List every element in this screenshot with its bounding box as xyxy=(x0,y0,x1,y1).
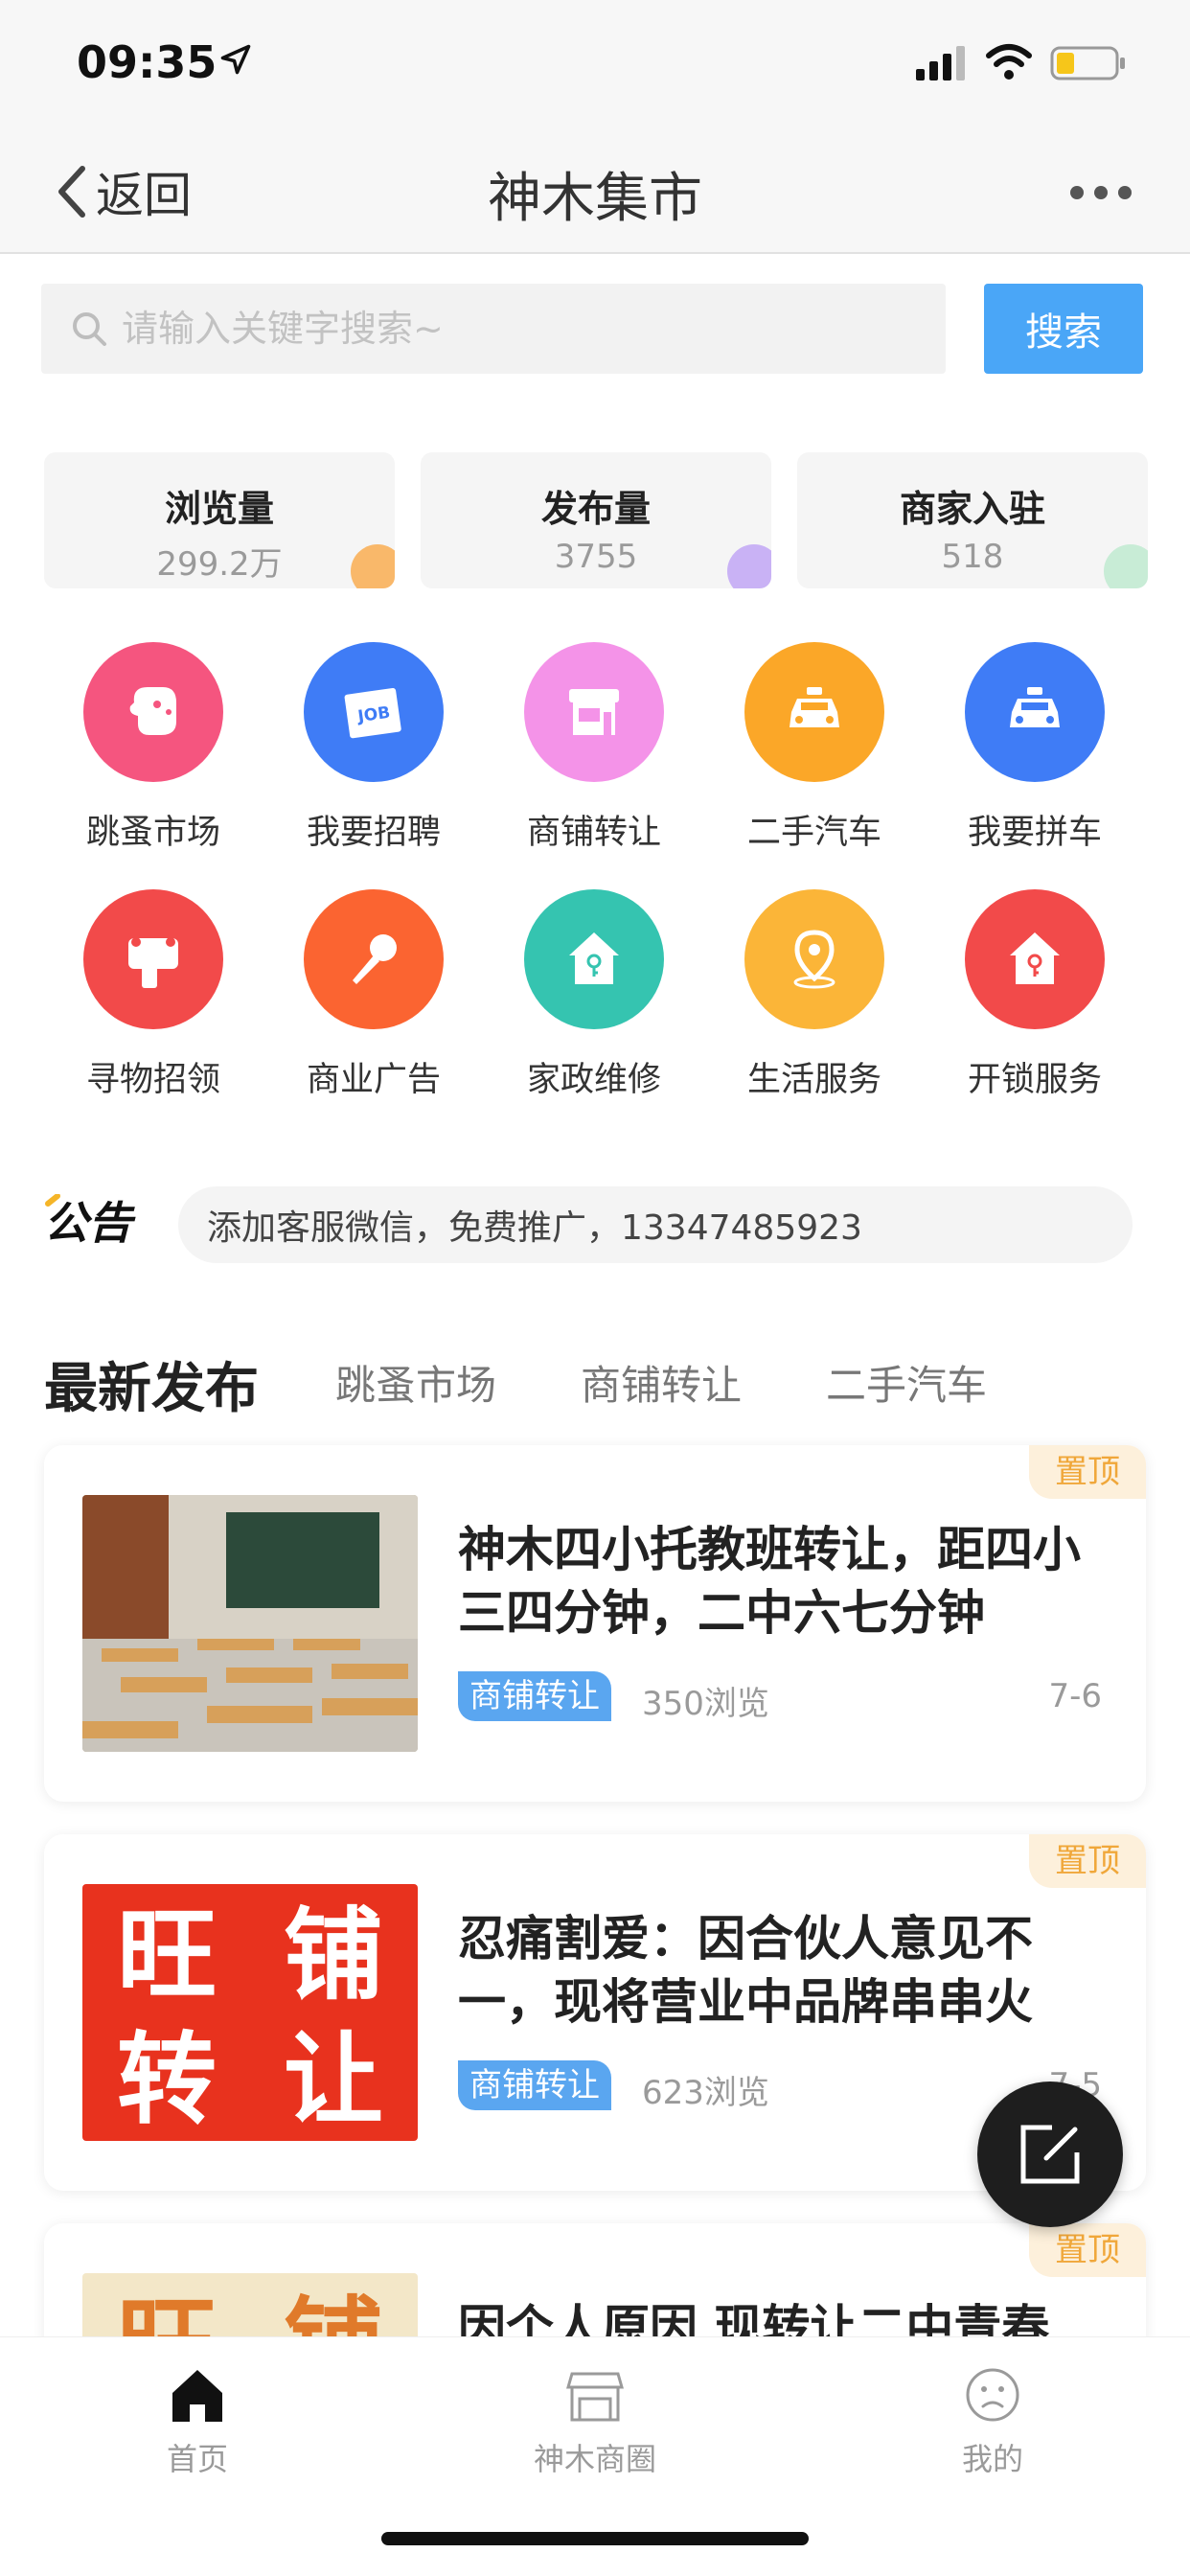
tab-shop-transfer[interactable]: 商铺转让 xyxy=(581,1353,742,1412)
cellular-signal-icon xyxy=(916,46,965,80)
category-label: 我要拼车 xyxy=(967,814,1102,852)
search-input[interactable] xyxy=(122,308,907,350)
scroll-icon xyxy=(83,889,223,1029)
category-recruitment[interactable]: JOB 我要招聘 xyxy=(278,642,469,854)
home-icon xyxy=(172,2370,222,2422)
tab-used-cars[interactable]: 二手汽车 xyxy=(826,1353,987,1412)
car-icon xyxy=(744,642,884,782)
post-category-tag: 商铺转让 xyxy=(458,1671,611,1721)
stat-value: 299.2万 xyxy=(156,545,283,584)
category-carpool[interactable]: 我要拼车 xyxy=(939,642,1131,854)
notice-logo-text: 公告 xyxy=(44,1197,136,1248)
more-options-icon[interactable] xyxy=(1067,179,1134,206)
stat-label: 发布量 xyxy=(540,488,651,530)
search-button[interactable]: 搜索 xyxy=(984,284,1143,374)
category-label: 家政维修 xyxy=(526,1061,661,1099)
battery-icon xyxy=(1050,46,1125,80)
stat-label: 浏览量 xyxy=(164,488,274,530)
location-arrow-icon xyxy=(220,44,251,75)
post-thumbnail xyxy=(82,1495,418,1752)
job-icon: JOB xyxy=(304,642,444,782)
store-icon xyxy=(566,2372,624,2422)
edit-icon xyxy=(1020,2125,1080,2184)
category-life-services[interactable]: 生活服务 xyxy=(719,889,910,1101)
stat-card-views: 浏览量 299.2万 xyxy=(44,452,395,588)
tabbar-business-circle[interactable]: 神木商圈 xyxy=(480,2364,710,2479)
post-thumbnail: 旺 铺 转 让 xyxy=(82,1884,418,2141)
stat-value: 3755 xyxy=(554,538,638,576)
tabbar-label: 神木商圈 xyxy=(533,2441,656,2477)
face-icon xyxy=(966,2368,1019,2422)
category-label: 我要招聘 xyxy=(306,814,441,852)
thumb-text: 旺 xyxy=(117,1897,217,2013)
tab-flea-market[interactable]: 跳蚤市场 xyxy=(335,1353,496,1412)
notice-text: 添加客服微信，免费推广，13347485923 xyxy=(207,1208,862,1248)
stat-value: 518 xyxy=(941,538,1004,576)
notice-bar[interactable]: 添加客服微信，免费推广，13347485923 xyxy=(178,1186,1133,1263)
shop-icon xyxy=(524,642,664,782)
category-label: 开锁服务 xyxy=(967,1061,1102,1099)
status-time: 09:35 xyxy=(77,36,217,88)
compose-button[interactable] xyxy=(977,2082,1123,2227)
category-label: 二手汽车 xyxy=(746,814,881,852)
unlock-house-icon xyxy=(965,889,1105,1029)
tabbar-profile[interactable]: 我的 xyxy=(878,2364,1108,2479)
pinned-badge: 置顶 xyxy=(1029,1445,1146,1499)
category-label: 商业广告 xyxy=(306,1061,441,1099)
notice-logo: 公告 xyxy=(44,1194,136,1248)
category-flea-market[interactable]: 跳蚤市场 xyxy=(57,642,249,854)
post-category-tag: 商铺转让 xyxy=(458,2060,611,2110)
microphone-icon xyxy=(304,889,444,1029)
category-business-ads[interactable]: 商业广告 xyxy=(278,889,469,1101)
category-label: 跳蚤市场 xyxy=(85,814,220,852)
category-shop-transfer[interactable]: 商铺转让 xyxy=(498,642,690,854)
taxi-icon xyxy=(965,642,1105,782)
category-label: 寻物招领 xyxy=(85,1061,220,1099)
category-label: 生活服务 xyxy=(746,1061,881,1099)
search-box xyxy=(41,284,946,374)
wifi-icon xyxy=(986,44,1032,80)
house-key-icon xyxy=(524,889,664,1029)
stat-card-posts: 发布量 3755 xyxy=(421,452,771,588)
post-card[interactable]: 置顶 神木四小托教班转让，距四小三四分钟，二中六七分钟 商铺转让 350浏览 7… xyxy=(44,1445,1146,1802)
category-lost-found[interactable]: 寻物招领 xyxy=(57,889,249,1101)
tab-latest[interactable]: 最新发布 xyxy=(44,1346,259,1423)
post-title: 神木四小托教班转让，距四小三四分钟，二中六七分钟 xyxy=(458,1522,1081,1641)
tabbar-label: 我的 xyxy=(961,2441,1023,2477)
tabbar-home[interactable]: 首页 xyxy=(82,2364,312,2479)
dog-icon xyxy=(83,642,223,782)
page-title: 神木集市 xyxy=(488,168,702,230)
status-bar: 09:35 xyxy=(0,0,1190,129)
location-pin-icon xyxy=(744,889,884,1029)
home-indicator xyxy=(381,2532,809,2545)
pinned-badge: 置顶 xyxy=(1029,1834,1146,1888)
search-icon xyxy=(73,312,106,346)
category-label: 商铺转让 xyxy=(526,814,661,852)
category-unlock-service[interactable]: 开锁服务 xyxy=(939,889,1131,1101)
pinned-badge: 置顶 xyxy=(1029,2223,1146,2277)
stat-card-merchants: 商家入驻 518 xyxy=(797,452,1148,588)
post-title: 忍痛割爱：因合伙人意见不一，现将营业中品牌串串火 xyxy=(458,1911,1033,2030)
tabbar-label: 首页 xyxy=(166,2441,228,2477)
stat-label: 商家入驻 xyxy=(899,488,1045,530)
navigation-bar: 返回 神木集市 xyxy=(0,129,1190,254)
category-housekeeping[interactable]: 家政维修 xyxy=(498,889,690,1101)
thumb-text: 转 xyxy=(117,2021,217,2138)
thumb-text: 铺 xyxy=(284,1897,383,2013)
post-views: 623浏览 xyxy=(642,2074,769,2112)
post-date: 7-6 xyxy=(1048,1677,1102,1715)
post-views: 350浏览 xyxy=(642,1685,769,1723)
category-used-cars[interactable]: 二手汽车 xyxy=(719,642,910,854)
thumb-text: 让 xyxy=(284,2021,383,2138)
